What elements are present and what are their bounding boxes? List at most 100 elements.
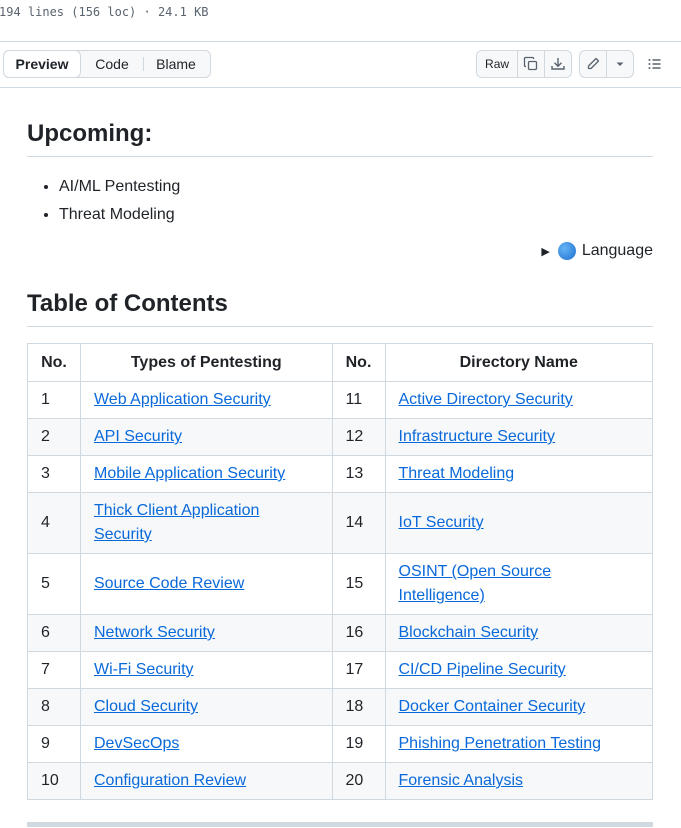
row-number: 10 <box>41 772 59 789</box>
table-row: 6 Network Security 16 Blockchain Security <box>27 614 653 652</box>
table-row: 2 API Security 12 Infrastructure Security <box>27 418 653 456</box>
directory-link[interactable]: OSINT (Open Source Intelligence) <box>399 563 552 604</box>
col-header-types: Types of Pentesting <box>79 343 333 382</box>
copy-button[interactable] <box>518 51 545 77</box>
table-cell: 10 <box>27 762 81 800</box>
row-number: 16 <box>345 624 364 641</box>
pentest-type-link[interactable]: Wi-Fi Security <box>94 661 194 678</box>
table-cell: Active Directory Security <box>384 381 653 419</box>
tab-code[interactable]: Code <box>81 51 143 77</box>
row-number: 14 <box>345 514 364 531</box>
row-number: 2 <box>41 428 50 445</box>
row-number: 15 <box>345 575 364 592</box>
table-row: 7 Wi-Fi Security 17 CI/CD Pipeline Security <box>27 651 653 689</box>
table-cell: 3 <box>27 455 81 493</box>
table-cell: IoT Security <box>384 492 653 554</box>
table-cell: 6 <box>27 614 81 652</box>
pentest-type-link[interactable]: Configuration Review <box>94 772 246 789</box>
table-cell: 11 <box>331 381 386 419</box>
table-cell: 17 <box>331 651 386 689</box>
row-number: 3 <box>41 465 50 482</box>
pentest-type-link[interactable]: Network Security <box>94 624 215 641</box>
table-cell: 4 <box>27 492 81 554</box>
file-toolbar: Preview Code Blame Raw <box>0 41 681 88</box>
disclosure-triangle-icon: ▶ <box>541 245 550 258</box>
table-cell: 15 <box>331 553 386 615</box>
raw-copy-download-group: Raw <box>476 50 572 78</box>
table-row: 8 Cloud Security 18 Docker Container Securi… <box>27 688 653 726</box>
pentest-type-link[interactable]: Thick Client Application Security <box>94 502 259 543</box>
pentest-type-link[interactable]: Web Application Security <box>94 391 271 408</box>
download-icon <box>551 58 565 70</box>
directory-link[interactable]: Forensic Analysis <box>399 772 524 789</box>
directory-link[interactable]: Threat Modeling <box>399 465 515 482</box>
list-item: AI/ML Pentesting <box>59 173 180 201</box>
table-cell: Web Application Security <box>79 381 333 419</box>
row-number: 4 <box>41 514 50 531</box>
outline-button[interactable] <box>641 50 669 78</box>
pentest-type-link[interactable]: DevSecOps <box>94 735 179 752</box>
table-cell: Infrastructure Security <box>384 418 653 456</box>
heading-divider <box>27 326 653 327</box>
toc-table: No. Types of Pentesting No. Directory Na… <box>27 343 653 800</box>
table-cell: DevSecOps <box>79 725 333 763</box>
table-cell: 5 <box>27 553 81 615</box>
table-cell: Cloud Security <box>79 688 333 726</box>
heading-divider <box>27 156 653 157</box>
pentest-type-link[interactable]: Source Code Review <box>94 575 244 592</box>
tab-blame[interactable]: Blame <box>144 51 208 77</box>
row-number: 6 <box>41 624 50 641</box>
view-mode-switcher: Preview Code Blame <box>3 50 211 78</box>
table-cell: 12 <box>331 418 386 456</box>
table-row: 3 Mobile Application Security 13 Threat Mod… <box>27 455 653 493</box>
table-cell: Configuration Review <box>79 762 333 800</box>
directory-link[interactable]: CI/CD Pipeline Security <box>399 661 566 678</box>
directory-link[interactable]: Active Directory Security <box>399 391 573 408</box>
toc-heading: Table of Contents <box>27 290 228 317</box>
table-cell: Mobile Application Security <box>79 455 333 493</box>
raw-button[interactable]: Raw <box>477 51 519 77</box>
file-info: 194 lines (156 loc) · 24.1 KB <box>0 5 209 19</box>
edit-dropdown-button[interactable] <box>607 51 633 77</box>
edit-group <box>579 50 634 78</box>
download-button[interactable] <box>545 51 571 77</box>
table-cell: 1 <box>27 381 81 419</box>
pentest-type-link[interactable]: API Security <box>94 428 182 445</box>
pentest-type-link[interactable]: Mobile Application Security <box>94 465 285 482</box>
table-cell: 16 <box>331 614 386 652</box>
table-cell: Threat Modeling <box>384 455 653 493</box>
table-cell: 2 <box>27 418 81 456</box>
table-row: 4 Thick Client Application Security 14 IoT … <box>27 492 653 554</box>
table-cell: OSINT (Open Source Intelligence) <box>384 553 653 615</box>
row-number: 8 <box>41 698 50 715</box>
section-divider <box>27 822 653 827</box>
directory-link[interactable]: IoT Security <box>399 514 484 531</box>
col-header-directory: Directory Name <box>384 343 653 382</box>
table-cell: 18 <box>331 688 386 726</box>
directory-link[interactable]: Docker Container Security <box>399 698 586 715</box>
pentest-type-link[interactable]: Cloud Security <box>94 698 198 715</box>
table-row: 9 DevSecOps 19 Phishing Penetration Testing <box>27 725 653 763</box>
table-cell: 8 <box>27 688 81 726</box>
table-cell: Wi-Fi Security <box>79 651 333 689</box>
edit-button[interactable] <box>580 51 608 77</box>
table-cell: 19 <box>331 725 386 763</box>
row-number: 12 <box>345 428 364 445</box>
row-number: 7 <box>41 661 50 678</box>
row-number: 5 <box>41 575 50 592</box>
col-header-no-2: No. <box>331 343 386 382</box>
directory-link[interactable]: Blockchain Security <box>399 624 539 641</box>
table-cell: 7 <box>27 651 81 689</box>
directory-link[interactable]: Phishing Penetration Testing <box>399 735 602 752</box>
table-cell: 14 <box>331 492 386 554</box>
table-cell: CI/CD Pipeline Security <box>384 651 653 689</box>
table-cell: Network Security <box>79 614 333 652</box>
table-cell: Source Code Review <box>79 553 333 615</box>
table-cell: 20 <box>331 762 386 800</box>
language-toggle[interactable]: ▶ Language <box>541 242 653 260</box>
row-number: 17 <box>345 661 364 678</box>
table-cell: Forensic Analysis <box>384 762 653 800</box>
table-cell: 13 <box>331 455 386 493</box>
tab-preview[interactable]: Preview <box>3 50 81 78</box>
directory-link[interactable]: Infrastructure Security <box>399 428 556 445</box>
